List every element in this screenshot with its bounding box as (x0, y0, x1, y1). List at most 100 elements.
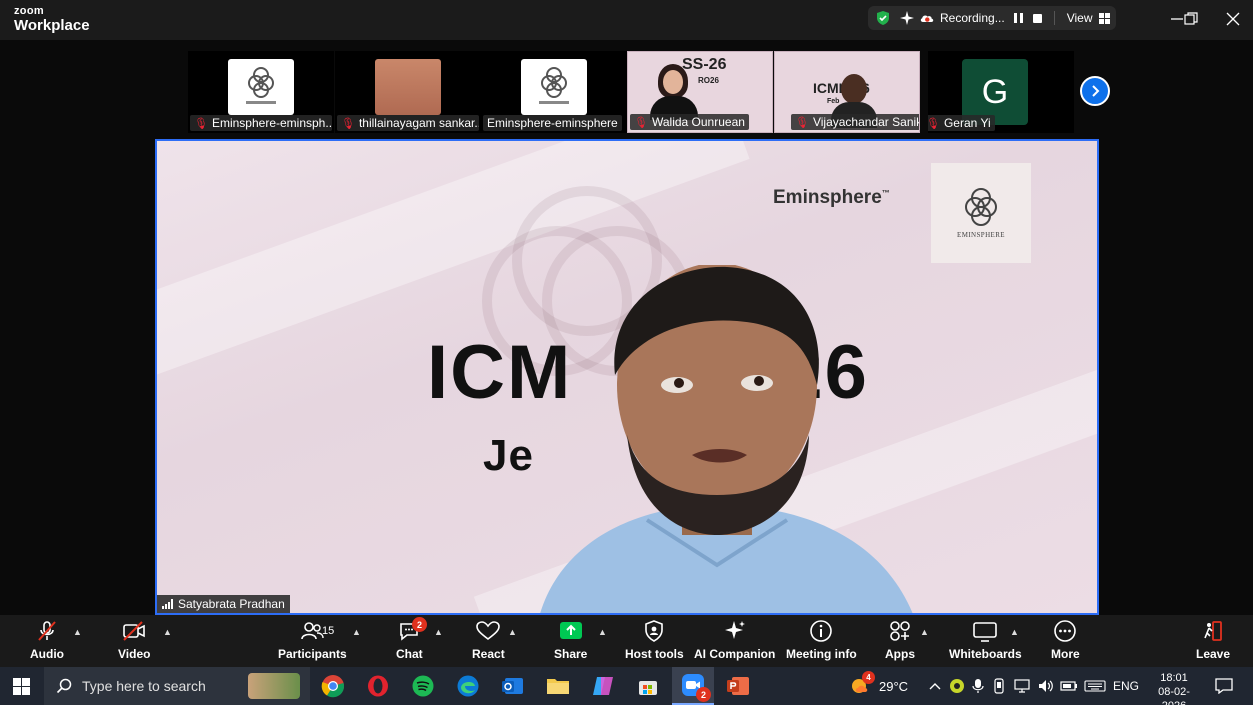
leave-label: Leave (1196, 647, 1231, 661)
audio-options-caret[interactable]: ▲ (73, 627, 82, 637)
participant-tile[interactable]: 🎙 Eminsphere-eminsph... (188, 51, 334, 133)
shield-icon (645, 620, 664, 642)
share-button[interactable]: Share (554, 619, 587, 661)
cloud-recording-icon (918, 9, 936, 27)
speaker-name: Satyabrata Pradhan (178, 597, 285, 611)
copilot-app[interactable] (588, 671, 618, 701)
clock-time: 18:01 (1160, 672, 1188, 684)
video-button[interactable]: Video (118, 619, 150, 661)
participants-options-caret[interactable]: ▲ (352, 627, 361, 637)
participant-face (841, 74, 867, 104)
zoom-app-active[interactable]: 2 (672, 667, 714, 705)
meeting-info-label: Meeting info (786, 647, 857, 661)
whiteboards-options-caret[interactable]: ▲ (1010, 627, 1019, 637)
share-options-caret[interactable]: ▲ (598, 627, 607, 637)
apps-options-caret[interactable]: ▲ (920, 627, 929, 637)
chat-options-caret[interactable]: ▲ (434, 627, 443, 637)
apps-label: Apps (885, 647, 915, 661)
participant-name: Eminsphere-eminsph... (211, 116, 332, 130)
host-tools-button[interactable]: Host tools (625, 619, 684, 661)
meeting-status-bar: Recording... View (868, 6, 1116, 30)
grid-view-icon[interactable] (1098, 12, 1110, 24)
eminsphere-logo-thumb (521, 59, 587, 115)
ai-companion-label: AI Companion (694, 647, 776, 661)
active-speaker-video[interactable]: Eminsphere™ EMINSPHERE ICM 26 Je 26 Saty… (155, 139, 1099, 615)
meeting-info-button[interactable]: Meeting info (786, 619, 857, 661)
keyboard-icon[interactable] (1084, 680, 1106, 692)
video-options-caret[interactable]: ▲ (163, 627, 172, 637)
pause-recording-button[interactable] (1013, 13, 1023, 23)
location-icon[interactable] (993, 678, 1005, 694)
more-label: More (1051, 647, 1080, 661)
spotify-app[interactable] (408, 671, 438, 701)
title-bar: zoom Workplace Recording... View (0, 0, 1253, 40)
participant-tile[interactable]: Eminsphere-eminsphere (481, 51, 627, 133)
participant-name: thillainayagam sankar... (358, 116, 479, 130)
microphone-icon[interactable] (972, 678, 984, 694)
zoom-badge: 2 (696, 687, 711, 702)
participant-tile[interactable]: ICMI 26 Feb 🎙Vijayachandar Sanikal (774, 51, 920, 133)
battery-icon[interactable] (1060, 679, 1078, 693)
edge-icon (457, 675, 479, 697)
leave-button[interactable]: Leave (1196, 619, 1230, 661)
apps-button[interactable]: Apps (885, 619, 915, 661)
store-icon (639, 681, 657, 695)
participant-tile[interactable]: 🎙 thillainayagam sankar... (335, 51, 481, 133)
logo-label: EMINSPHERE (957, 231, 1005, 239)
slide-brand: Eminsphere™ (773, 187, 890, 208)
outlook-app[interactable] (498, 671, 528, 701)
edge-app[interactable] (453, 671, 483, 701)
audio-button[interactable]: Audio (30, 619, 64, 661)
muted-mic-icon: 🎙 (194, 117, 208, 130)
participant-name-tag: Eminsphere-eminsphere (483, 115, 622, 131)
react-options-caret[interactable]: ▲ (508, 627, 517, 637)
react-label: React (472, 647, 505, 661)
network-icon[interactable] (1013, 678, 1031, 694)
host-tools-label: Host tools (625, 647, 684, 661)
security-shield-icon[interactable] (874, 9, 892, 27)
ai-companion-button[interactable]: AI Companion (694, 619, 775, 661)
chevron-up-icon[interactable] (929, 681, 941, 691)
whiteboards-button[interactable]: Whiteboards (949, 619, 1022, 661)
taskbar-search[interactable] (44, 667, 310, 705)
search-highlight-image (248, 673, 300, 699)
more-button[interactable]: More (1051, 619, 1080, 661)
speaker-volume-icon[interactable] (1037, 678, 1055, 694)
close-icon[interactable] (1224, 10, 1242, 28)
recording-label: Recording... (940, 11, 1005, 25)
participant-tile[interactable]: SS-26 RO26 🎙 Walida Ounruean (627, 51, 773, 133)
signal-strength-icon (162, 599, 173, 609)
slide-text: SS-26 (682, 56, 727, 73)
eminsphere-logo: EMINSPHERE (931, 163, 1031, 263)
info-icon (810, 620, 833, 642)
chrome-app[interactable] (318, 671, 348, 701)
whiteboard-icon (973, 622, 998, 642)
next-page-button[interactable] (1080, 76, 1110, 106)
restore-icon[interactable] (1182, 10, 1200, 28)
stop-recording-button[interactable] (1032, 13, 1042, 23)
participant-tile[interactable]: G 🎙 Geran Yi (928, 51, 1074, 133)
ai-sparkle-icon[interactable] (898, 9, 916, 27)
windows-taskbar: 2 4 29°C ENG 18:01 08-02-2026 (0, 667, 1253, 705)
file-explorer-app[interactable] (543, 671, 573, 701)
muted-microphone-icon (38, 621, 56, 641)
leave-icon (1204, 621, 1222, 641)
view-button[interactable]: View (1067, 11, 1093, 25)
video-label: Video (118, 647, 151, 661)
participant-name-tag: 🎙 Geran Yi (928, 115, 995, 131)
input-language[interactable]: ENG (1113, 679, 1139, 693)
participant-face (663, 70, 683, 94)
participants-button[interactable]: Participants (278, 619, 347, 661)
chat-button[interactable]: Chat 2 (396, 617, 427, 661)
weather-temperature[interactable]: 29°C (879, 679, 908, 694)
taskbar-clock[interactable]: 18:01 08-02-2026 (1146, 671, 1202, 705)
react-button[interactable]: React (472, 619, 505, 661)
notifications-icon[interactable] (1215, 678, 1233, 694)
store-app[interactable] (633, 671, 663, 701)
tray-app-icon[interactable] (949, 678, 965, 694)
opera-app[interactable] (363, 671, 393, 701)
windows-start-icon[interactable] (13, 678, 30, 695)
search-input[interactable] (82, 678, 252, 694)
chat-unread-badge: 2 (412, 617, 427, 632)
powerpoint-app[interactable] (723, 671, 753, 701)
